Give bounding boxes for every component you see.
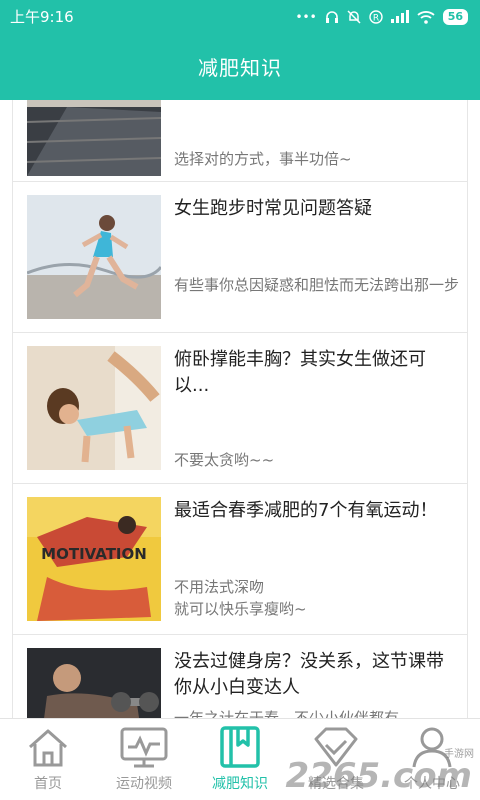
list-item[interactable]: 女生跑步时常见问题答疑 有些事你总因疑惑和胆怯而无法跨出那一步	[13, 182, 467, 333]
article-title: 没去过健身房？没关系，这节课带你从小白变达人	[174, 651, 444, 698]
tab-videos[interactable]: 运动视频	[96, 719, 192, 800]
battery-indicator: 56	[442, 8, 468, 25]
tab-label: 个人中心	[404, 776, 460, 792]
article-title: 女生跑步时常见问题答疑	[174, 198, 372, 219]
article-desc: 选择对的方式，事半功倍~	[174, 150, 352, 168]
article-title: 俯卧撑能丰胸？其实女生做还可以...	[174, 349, 426, 396]
tab-collections[interactable]: 精选合集	[288, 719, 384, 800]
watermark-subtext: 手游网	[444, 749, 474, 760]
wifi-icon	[417, 10, 435, 24]
article-desc: 不用法式深吻 就可以快乐享瘦哟~	[174, 578, 307, 618]
tab-home[interactable]: 首页	[0, 719, 96, 800]
article-thumbnail	[27, 100, 161, 176]
tab-label: 运动视频	[116, 776, 172, 792]
article-thumbnail	[27, 195, 161, 319]
app-header: 上午9:16 ••• R 56 减肥知识	[0, 0, 480, 100]
article-title: 最适合春季减肥的7个有氧运动！	[174, 500, 438, 521]
tab-label: 精选合集	[308, 776, 364, 792]
status-bar: 上午9:16 ••• R 56	[0, 0, 480, 33]
article-desc: 有些事你总因疑惑和胆怯而无法跨出那一步	[174, 276, 460, 294]
mute-bell-icon	[347, 9, 361, 24]
status-time: 上午9:16	[10, 8, 74, 26]
article-desc: 一年之计在于春，不少小伙伴都有	[174, 709, 400, 718]
bottom-tab-bar: 首页 运动视频 减肥知识 精选合集 个人中心 手游网 2265.com	[0, 718, 480, 800]
monitor-icon	[120, 727, 168, 768]
registered-icon: R	[368, 9, 383, 24]
signal-icon	[390, 10, 409, 23]
headset-icon	[325, 10, 338, 23]
book-icon	[220, 726, 260, 768]
article-thumbnail: MOTIVATION	[27, 497, 161, 621]
article-desc: 不要太贪哟~~	[174, 451, 275, 469]
article-thumbnail	[27, 346, 161, 470]
home-icon	[29, 729, 67, 767]
svg-text:R: R	[373, 13, 379, 23]
article-list[interactable]: 选择对的方式，事半功倍~ 女生跑步时常见问题答疑 有些事你总因疑惑和胆怯而无法跨…	[12, 100, 468, 718]
article-thumbnail	[27, 648, 161, 718]
tab-label: 首页	[34, 776, 62, 792]
thumbnail-overlay-text: MOTIVATION	[41, 545, 147, 563]
status-icons: ••• R 56	[295, 8, 468, 25]
page-title: 减肥知识	[198, 56, 282, 80]
diamond-icon	[314, 727, 358, 767]
list-item[interactable]: 选择对的方式，事半功倍~	[13, 100, 467, 182]
tab-label: 减肥知识	[212, 776, 268, 792]
list-item[interactable]: 没去过健身房？没关系，这节课带你从小白变达人 一年之计在于春，不少小伙伴都有	[13, 635, 467, 718]
tab-knowledge[interactable]: 减肥知识	[192, 719, 288, 800]
more-icon: •••	[295, 9, 317, 24]
list-item[interactable]: 俯卧撑能丰胸？其实女生做还可以... 不要太贪哟~~	[13, 333, 467, 484]
list-item[interactable]: MOTIVATION 最适合春季减肥的7个有氧运动！ 不用法式深吻 就可以快乐享…	[13, 484, 467, 635]
